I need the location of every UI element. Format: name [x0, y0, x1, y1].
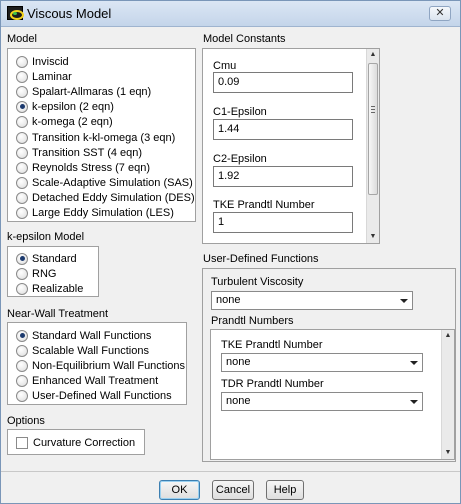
udf-panel: Turbulent Viscosity none Prandtl Numbers… — [202, 268, 456, 462]
c2-epsilon-label: C2-Epsilon — [213, 153, 267, 165]
radio-icon — [16, 131, 28, 144]
scroll-up-icon[interactable]: ▲ — [442, 330, 454, 342]
radio-icon — [16, 55, 28, 68]
scroll-down-icon[interactable]: ▼ — [442, 447, 454, 459]
prandtl-numbers-label: Prandtl Numbers — [211, 315, 294, 327]
chevron-down-icon — [400, 299, 408, 303]
chevron-down-icon — [410, 361, 418, 365]
radio-icon — [16, 146, 28, 159]
turbulent-viscosity-select[interactable]: none — [211, 291, 413, 310]
scroll-down-icon[interactable]: ▼ — [367, 231, 379, 243]
chevron-down-icon — [410, 400, 418, 404]
c1-epsilon-label: C1-Epsilon — [213, 106, 267, 118]
model-group-label: Model — [7, 33, 37, 45]
radio-icon — [16, 344, 28, 357]
curvature-correction-checkbox[interactable]: Curvature Correction — [16, 435, 135, 450]
help-button[interactable]: Help — [266, 480, 304, 500]
k-epsilon-radio-group: Standard RNG Realizable — [7, 246, 99, 297]
radio-icon — [16, 115, 28, 128]
cmu-input[interactable]: 0.09 — [213, 72, 353, 93]
near-wall-option-enhanced[interactable]: Enhanced Wall Treatment — [16, 373, 158, 388]
model-option-laminar[interactable]: Laminar — [16, 69, 72, 84]
model-option-transition-sst[interactable]: Transition SST (4 eqn) — [16, 145, 142, 160]
model-option-transition-k-kl-omega[interactable]: Transition k-kl-omega (3 eqn) — [16, 130, 175, 145]
model-constants-panel: Cmu 0.09 C1-Epsilon 1.44 C2-Epsilon 1.92… — [202, 48, 380, 244]
turbulent-viscosity-label: Turbulent Viscosity — [211, 276, 304, 288]
cancel-button[interactable]: Cancel — [212, 480, 254, 500]
model-option-sas[interactable]: Scale-Adaptive Simulation (SAS) — [16, 175, 193, 190]
checkbox-icon — [16, 436, 28, 449]
k-epsilon-group-label: k-epsilon Model — [7, 231, 85, 243]
radio-selected-icon — [16, 252, 28, 265]
radio-icon — [16, 85, 28, 98]
model-option-inviscid[interactable]: Inviscid — [16, 54, 69, 69]
title-bar: Viscous Model ✕ — [1, 1, 460, 27]
radio-icon — [16, 70, 28, 83]
fluent-app-icon — [7, 6, 24, 20]
near-wall-radio-group: Standard Wall Functions Scalable Wall Fu… — [7, 322, 187, 405]
scrollbar-thumb[interactable] — [368, 63, 378, 195]
radio-icon — [16, 282, 28, 295]
tke-prandtl-udf-label: TKE Prandtl Number — [221, 339, 323, 351]
model-radio-group: Inviscid Laminar Spalart-Allmaras (1 eqn… — [7, 48, 196, 222]
radio-icon — [16, 389, 28, 402]
model-constants-label: Model Constants — [203, 33, 286, 45]
k-epsilon-option-standard[interactable]: Standard — [16, 251, 77, 266]
ok-button[interactable]: OK — [159, 480, 200, 500]
radio-icon — [16, 267, 28, 280]
model-option-k-epsilon[interactable]: k-epsilon (2 eqn) — [16, 99, 114, 114]
cmu-label: Cmu — [213, 60, 237, 72]
grip-icon — [371, 106, 375, 113]
tke-prandtl-input[interactable]: 1 — [213, 212, 353, 233]
radio-selected-icon — [16, 100, 28, 113]
model-option-reynolds-stress[interactable]: Reynolds Stress (7 eqn) — [16, 160, 150, 175]
model-option-les[interactable]: Large Eddy Simulation (LES) — [16, 205, 174, 220]
tke-prandtl-udf-select[interactable]: none — [221, 353, 423, 372]
options-group-label: Options — [7, 415, 45, 427]
radio-icon — [16, 359, 28, 372]
model-option-spalart-allmaras[interactable]: Spalart-Allmaras (1 eqn) — [16, 84, 151, 99]
near-wall-option-scalable[interactable]: Scalable Wall Functions — [16, 343, 149, 358]
radio-icon — [16, 176, 28, 189]
prandtl-numbers-panel: TKE Prandtl Number none TDR Prandtl Numb… — [210, 329, 455, 460]
k-epsilon-option-realizable[interactable]: Realizable — [16, 281, 83, 296]
radio-icon — [16, 161, 28, 174]
tdr-prandtl-udf-select[interactable]: none — [221, 392, 423, 411]
constants-scrollbar[interactable]: ▲ ▼ — [366, 49, 379, 243]
c2-epsilon-input[interactable]: 1.92 — [213, 166, 353, 187]
options-group: Curvature Correction — [7, 429, 145, 455]
model-option-des[interactable]: Detached Eddy Simulation (DES) — [16, 190, 195, 205]
radio-icon — [16, 206, 28, 219]
close-button[interactable]: ✕ — [429, 6, 451, 21]
tke-prandtl-label: TKE Prandtl Number — [213, 199, 315, 211]
radio-icon — [16, 374, 28, 387]
radio-icon — [16, 191, 28, 204]
prandtl-scrollbar[interactable]: ▲ ▼ — [441, 330, 454, 459]
near-wall-option-user-defined[interactable]: User-Defined Wall Functions — [16, 388, 172, 403]
footer-divider — [1, 471, 460, 472]
udf-label: User-Defined Functions — [203, 253, 319, 265]
k-epsilon-option-rng[interactable]: RNG — [16, 266, 56, 281]
tdr-prandtl-udf-label: TDR Prandtl Number — [221, 378, 324, 390]
viscous-model-dialog: Viscous Model ✕ Model Inviscid Laminar S… — [0, 0, 461, 504]
c1-epsilon-input[interactable]: 1.44 — [213, 119, 353, 140]
near-wall-option-standard[interactable]: Standard Wall Functions — [16, 328, 151, 343]
near-wall-group-label: Near-Wall Treatment — [7, 308, 109, 320]
near-wall-option-non-equilibrium[interactable]: Non-Equilibrium Wall Functions — [16, 358, 185, 373]
radio-selected-icon — [16, 329, 28, 342]
window-title: Viscous Model — [27, 6, 112, 21]
model-option-k-omega[interactable]: k-omega (2 eqn) — [16, 114, 113, 129]
scroll-up-icon[interactable]: ▲ — [367, 49, 379, 61]
